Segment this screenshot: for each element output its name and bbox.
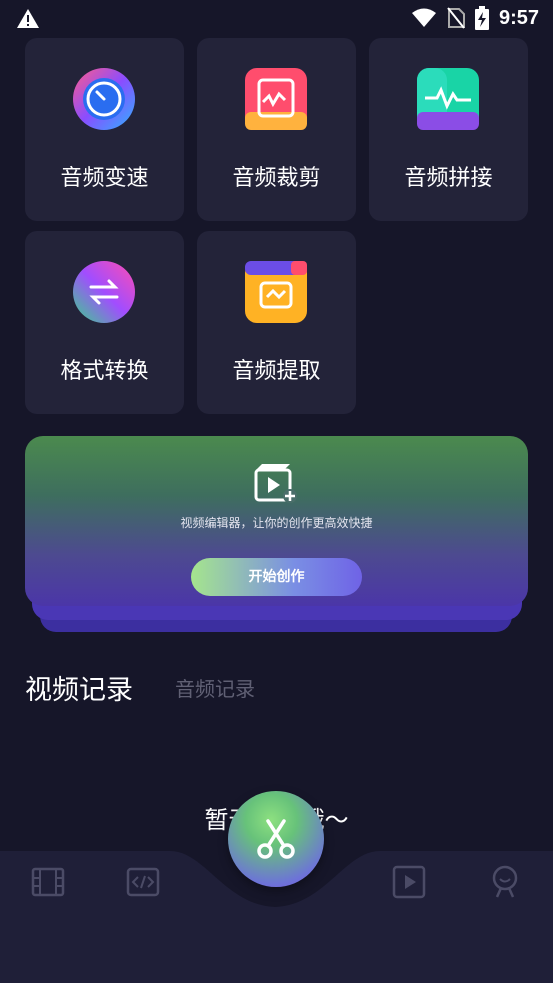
create-video-banner[interactable]: 视频编辑器，让你的创作更高效快捷 开始创作 <box>25 436 528 606</box>
no-sim-icon <box>447 7 465 29</box>
video-add-icon <box>254 464 297 503</box>
tool-format-convert[interactable]: 格式转换 <box>25 231 184 414</box>
wifi-icon <box>411 8 436 27</box>
tool-label: 音频拼接 <box>404 166 493 191</box>
tool-audio-extract[interactable]: 音频提取 <box>197 231 356 414</box>
tool-label: 音频裁剪 <box>232 166 321 191</box>
crop-icon <box>245 68 307 130</box>
start-creating-button[interactable]: 开始创作 <box>191 558 362 596</box>
extract-icon <box>245 261 307 323</box>
status-bar: 9:57 <box>0 0 553 38</box>
profile-icon[interactable] <box>487 864 523 900</box>
code-icon[interactable] <box>125 864 161 900</box>
battery-icon <box>474 6 489 30</box>
tab-video-records[interactable]: 视频记录 <box>25 668 133 707</box>
speed-dial-icon <box>73 68 135 130</box>
convert-icon <box>73 261 135 323</box>
play-icon[interactable] <box>391 864 427 900</box>
clock: 9:57 <box>498 6 539 29</box>
tool-label: 音频提取 <box>232 359 321 384</box>
waveform-join-icon <box>417 68 479 130</box>
banner-subtitle: 视频编辑器，让你的创作更高效快捷 <box>180 516 373 530</box>
scissors-icon <box>257 819 295 859</box>
tab-audio-records[interactable]: 音频记录 <box>175 673 255 702</box>
scissors-fab-button[interactable] <box>228 791 324 887</box>
warning-icon <box>17 9 39 28</box>
tool-audio-join[interactable]: 音频拼接 <box>369 38 528 221</box>
tool-audio-speed[interactable]: 音频变速 <box>25 38 184 221</box>
film-icon[interactable] <box>30 864 66 900</box>
tool-audio-crop[interactable]: 音频裁剪 <box>197 38 356 221</box>
tool-label: 格式转换 <box>60 359 149 384</box>
tool-label: 音频变速 <box>60 166 149 191</box>
